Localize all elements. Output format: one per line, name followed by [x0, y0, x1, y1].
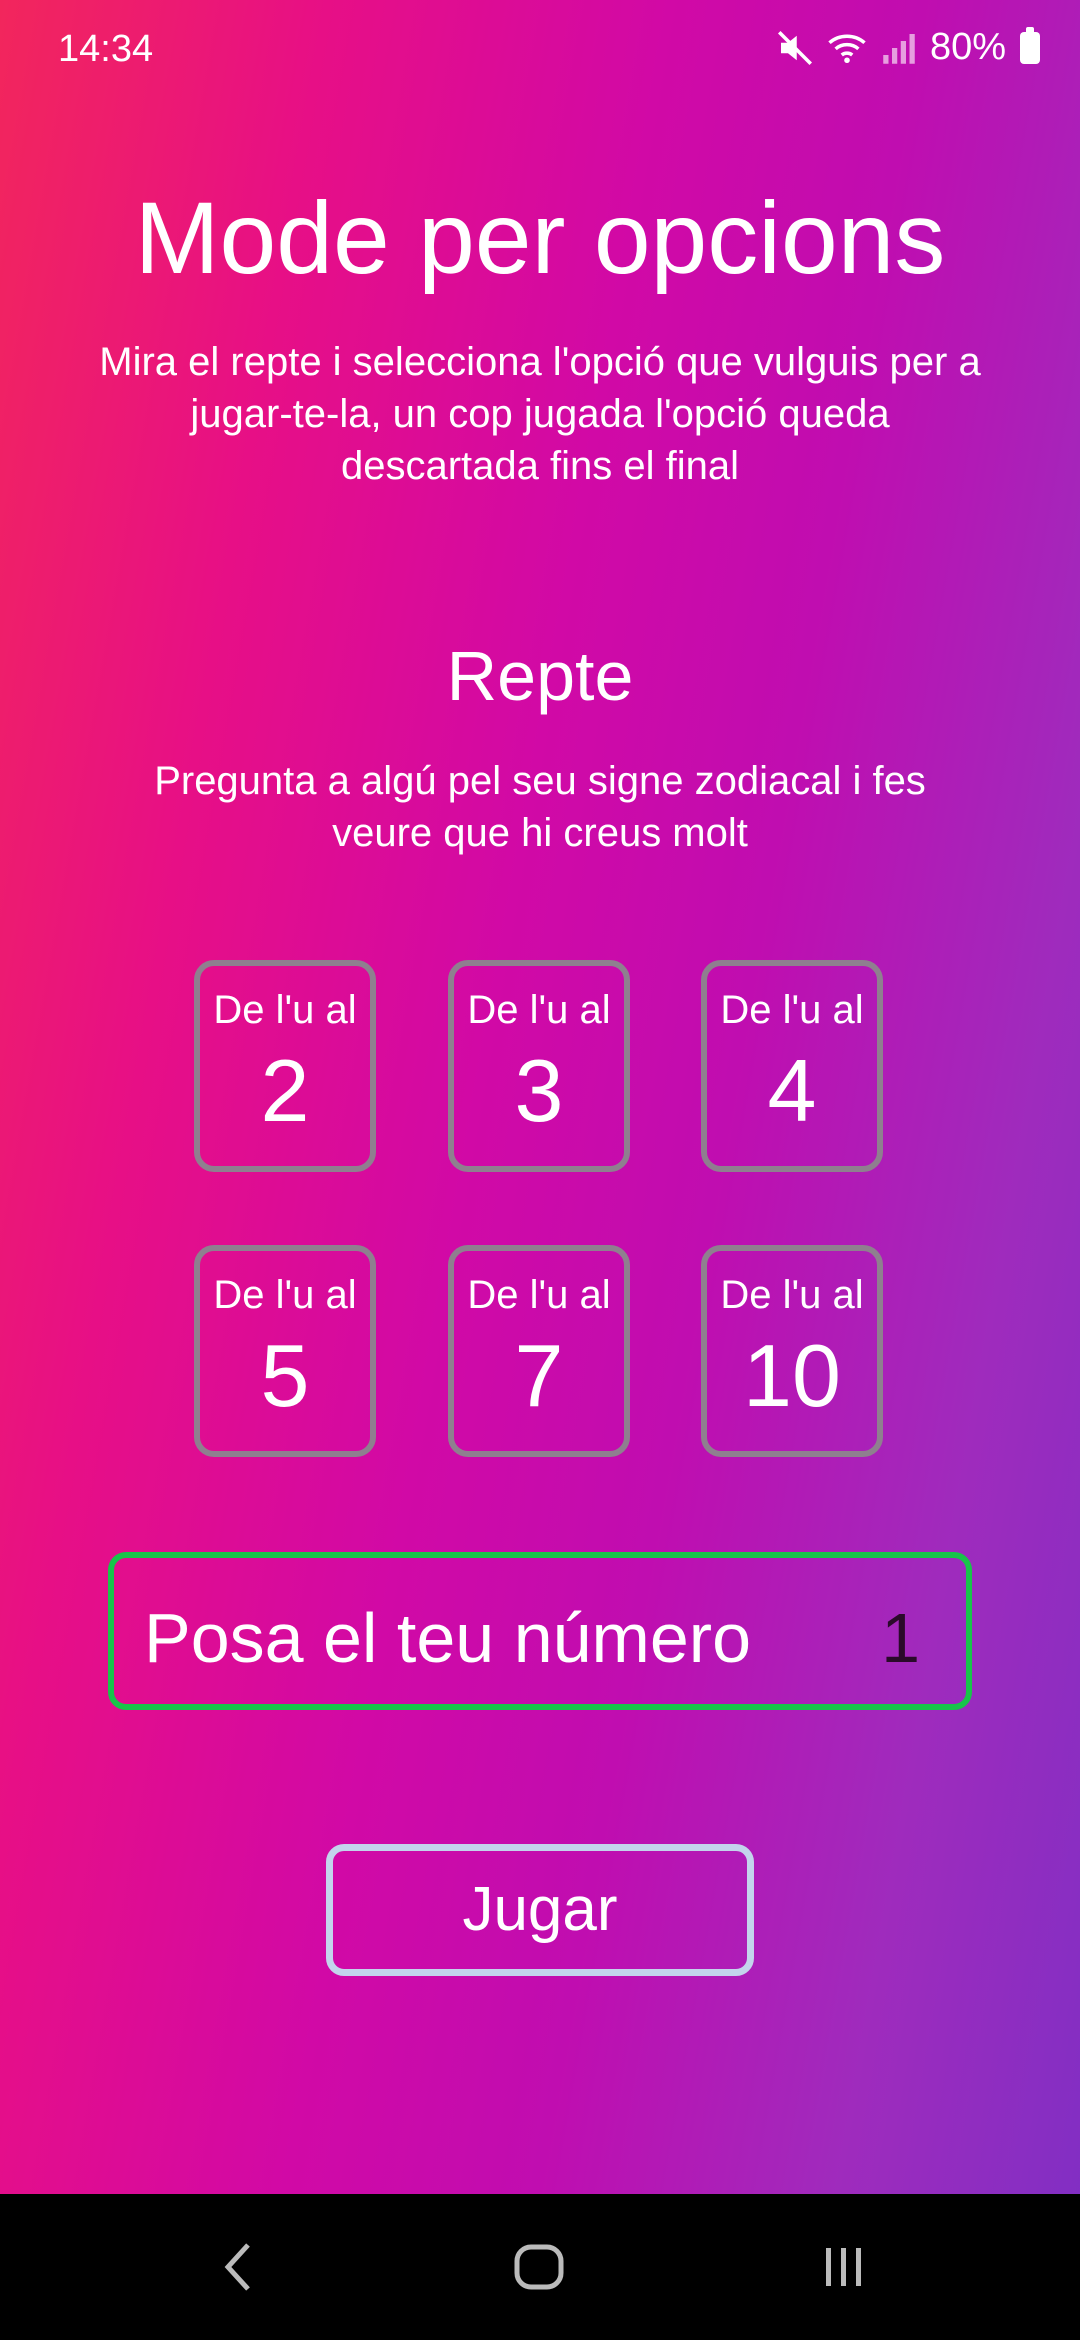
option-number: 2: [260, 1041, 310, 1140]
option-caption: De l'u al: [720, 988, 864, 1032]
option-button[interactable]: De l'u al 4: [701, 960, 883, 1172]
challenge-text: Pregunta a algú pel seu signe zodiacal i…: [154, 759, 926, 855]
page-title: Mode per opcions: [134, 181, 946, 295]
recents-icon: [826, 2248, 861, 2286]
instructions-text: Mira el repte i selecciona l'opció que v…: [99, 340, 981, 488]
home-icon: [514, 2244, 564, 2290]
option-caption: De l'u al: [467, 988, 611, 1032]
challenge-heading: Repte: [446, 637, 634, 715]
option-button[interactable]: De l'u al 10: [701, 1245, 883, 1457]
status-time: 14:34: [58, 28, 154, 70]
signal-icon: [883, 33, 915, 64]
recents-button[interactable]: [799, 2232, 889, 2302]
option-caption: De l'u al: [467, 1273, 611, 1317]
number-input-label: Posa el teu número: [144, 1599, 752, 1677]
number-input[interactable]: Posa el teu número 1: [108, 1552, 972, 1710]
back-icon: [224, 2243, 250, 2291]
play-button[interactable]: Jugar: [326, 1844, 754, 1976]
back-button[interactable]: [193, 2232, 283, 2302]
number-input-value[interactable]: 1: [881, 1598, 920, 1678]
mute-icon: [777, 30, 812, 65]
option-number: 5: [260, 1326, 310, 1425]
option-caption: De l'u al: [213, 1273, 357, 1317]
battery-level: 80%: [929, 26, 1006, 68]
option-button[interactable]: De l'u al 7: [448, 1245, 630, 1457]
home-button[interactable]: [494, 2232, 584, 2302]
option-caption: De l'u al: [720, 1273, 864, 1317]
option-caption: De l'u al: [213, 988, 357, 1032]
option-button[interactable]: De l'u al 5: [194, 1245, 376, 1457]
status-bar: 14:34 80%: [0, 0, 1080, 100]
status-icons: 80%: [774, 26, 1040, 69]
option-button[interactable]: De l'u al 2: [194, 960, 376, 1172]
option-number: 4: [767, 1041, 817, 1140]
battery-icon: [1020, 26, 1040, 64]
option-number: 3: [514, 1041, 564, 1140]
option-button[interactable]: De l'u al 3: [448, 960, 630, 1172]
option-number: 7: [514, 1326, 564, 1425]
option-number: 10: [743, 1326, 841, 1425]
navigation-bar: [0, 2194, 1080, 2340]
wifi-icon: [828, 33, 866, 63]
